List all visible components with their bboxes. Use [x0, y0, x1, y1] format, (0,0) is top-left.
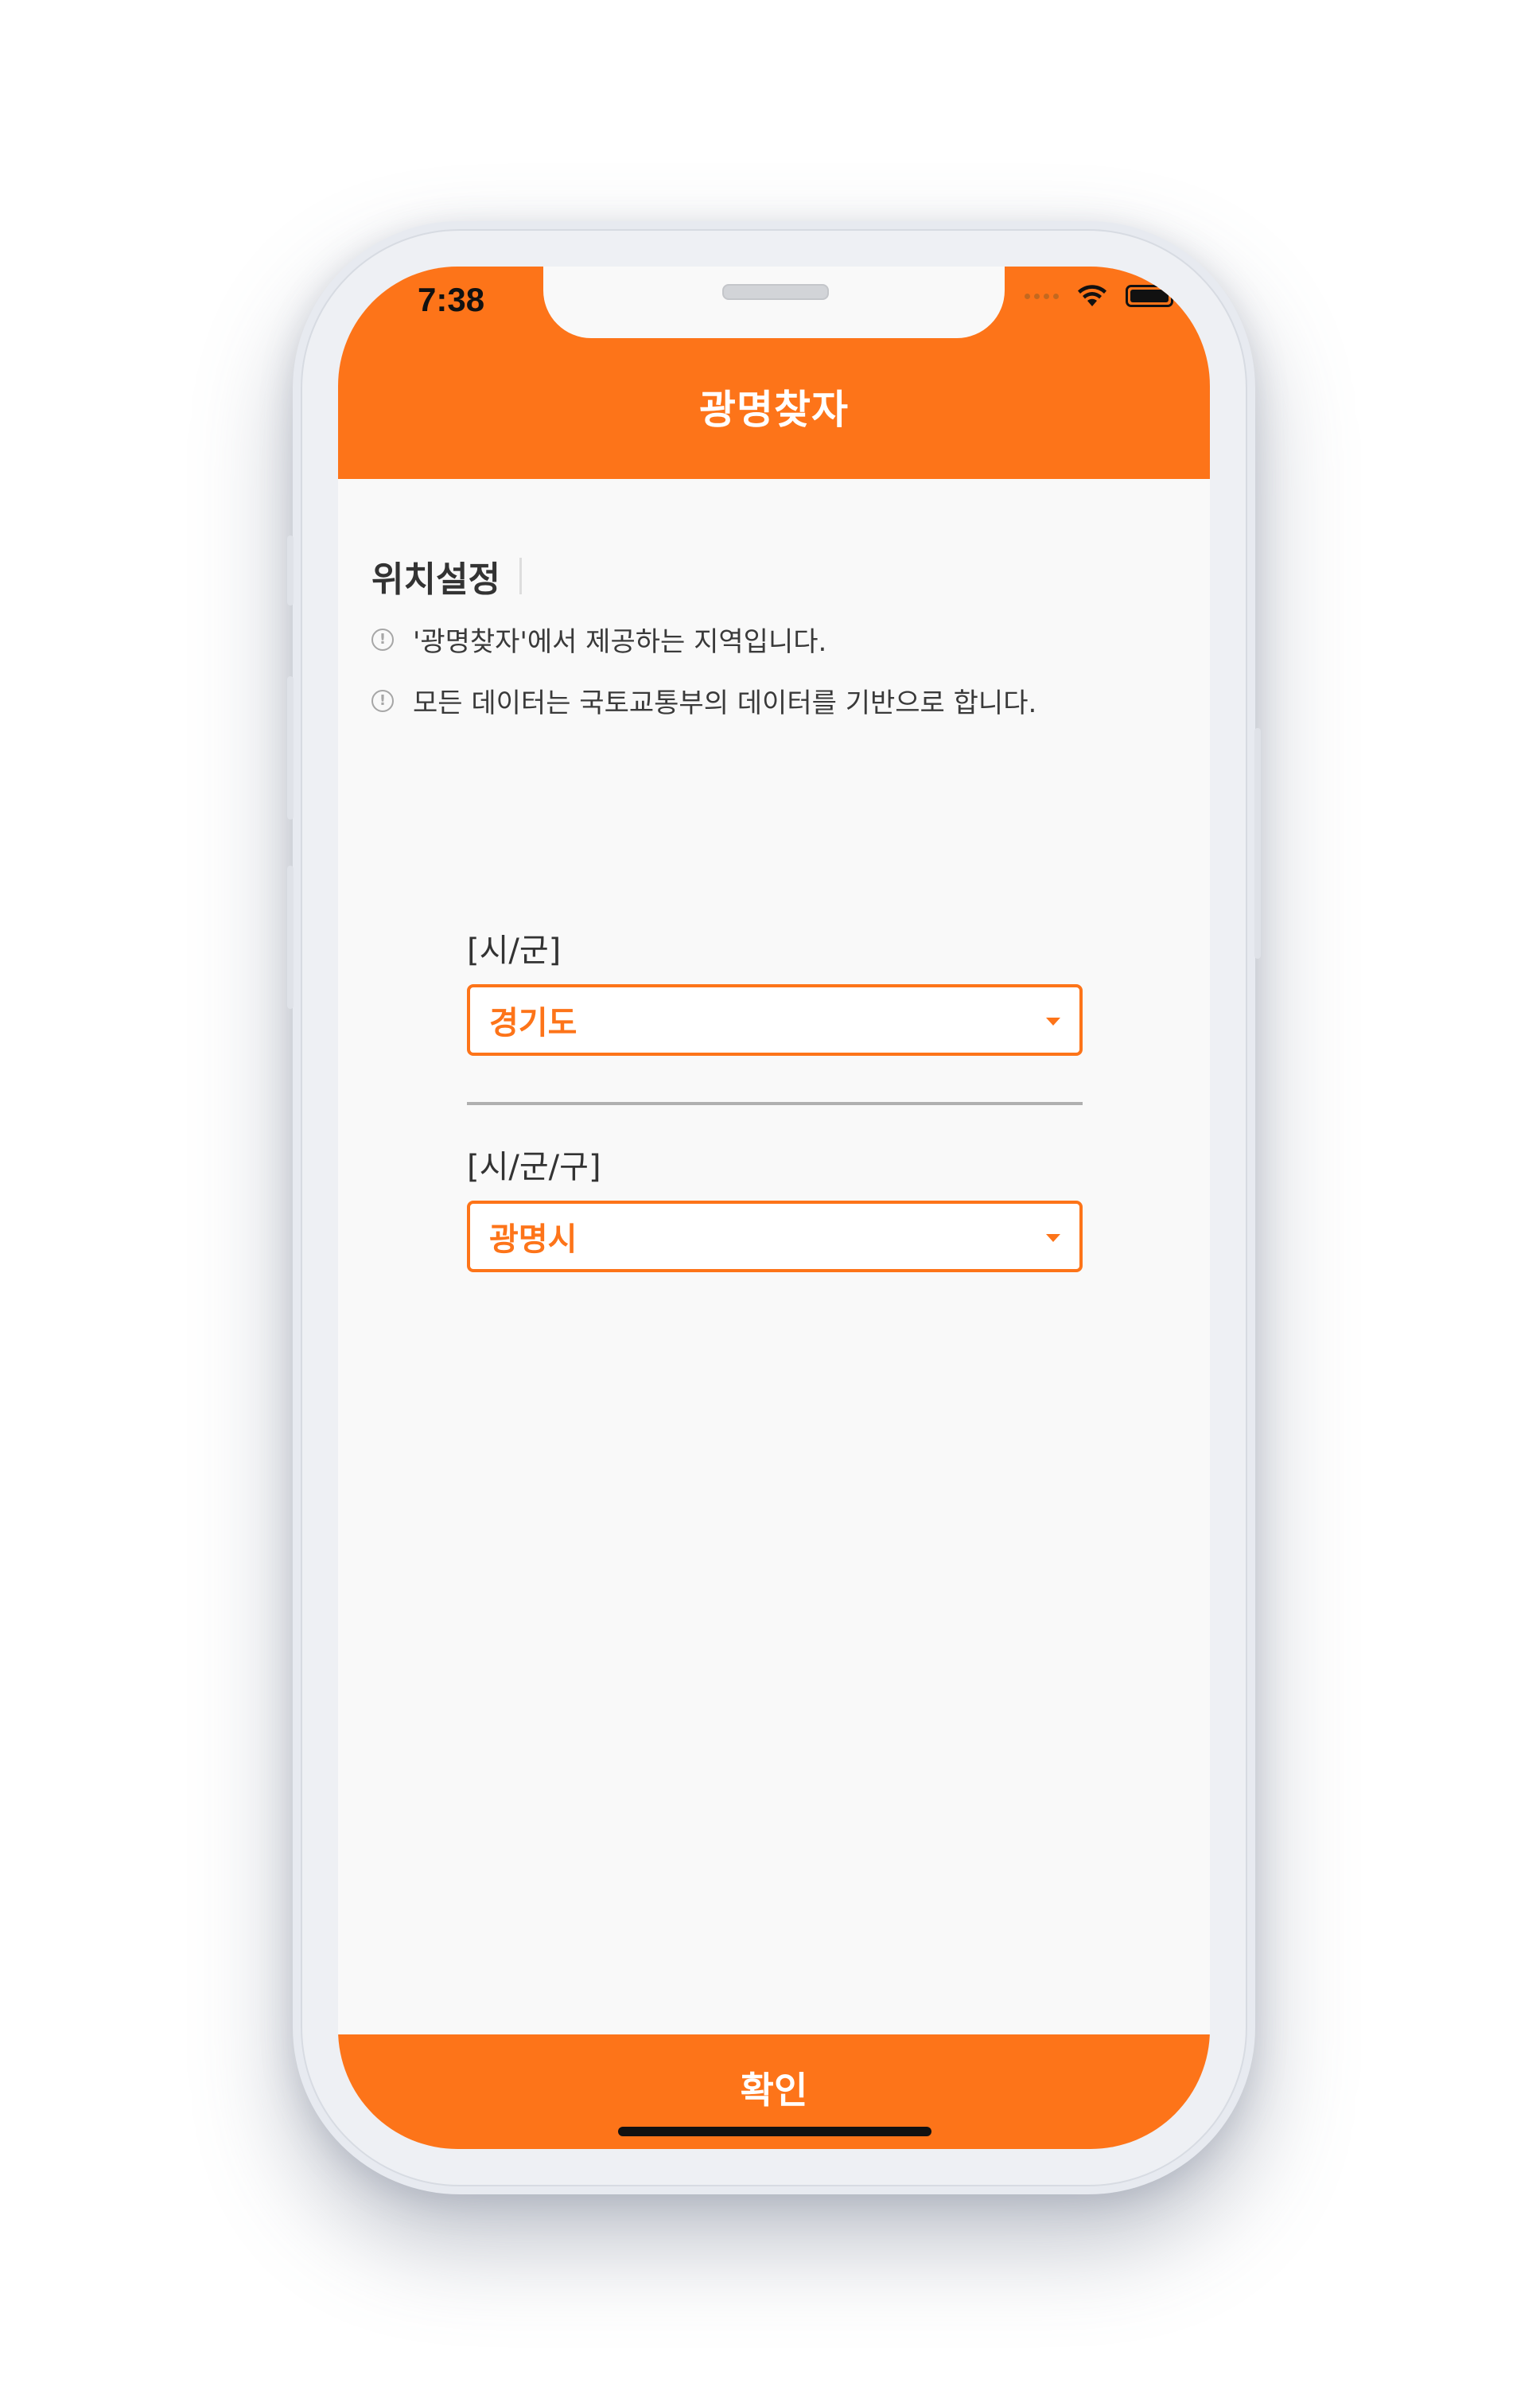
- province-label: [시/군]: [467, 932, 562, 969]
- app-title: 광명찾자: [699, 387, 849, 433]
- volume-up-button: [287, 676, 294, 820]
- caret-down-icon: [1046, 1234, 1060, 1242]
- info-row: ! '광명찾자'에서 제공하는 지역입니다.: [371, 620, 826, 659]
- caret-down-icon: [1046, 1018, 1060, 1026]
- info-icon: !: [371, 689, 394, 712]
- power-button: [1254, 728, 1261, 959]
- status-time: 7:38: [418, 281, 485, 318]
- status-icons: [1025, 284, 1177, 308]
- field-separator: [467, 1102, 1083, 1105]
- info-row: ! 모든 데이터는 국토교통부의 데이터를 기반으로 합니다.: [371, 681, 1036, 720]
- city-select-value: 광명시: [489, 1221, 578, 1258]
- mute-switch: [287, 535, 294, 605]
- app-header: 7:38 광명찾자: [338, 267, 1210, 479]
- info-icon: !: [371, 628, 394, 651]
- notch: [543, 267, 1005, 338]
- title-divider: [519, 558, 522, 594]
- home-indicator: [618, 2127, 931, 2136]
- confirm-button[interactable]: 확인: [338, 2034, 1210, 2149]
- city-label: [시/군/구]: [467, 1149, 601, 1185]
- city-select[interactable]: 광명시: [467, 1201, 1083, 1272]
- volume-down-button: [287, 866, 294, 1009]
- battery-icon: [1126, 285, 1177, 307]
- province-select-value: 경기도: [489, 1005, 578, 1041]
- app-screen: 7:38 광명찾자 위치설정 ! '광명찾자'에서 제공하는 지역입니다. ! …: [338, 267, 1210, 2149]
- signal-dots-icon: [1025, 293, 1059, 299]
- section-header: 위치설정: [371, 551, 522, 602]
- wifi-icon: [1078, 285, 1106, 306]
- info-text: 모든 데이터는 국토교통부의 데이터를 기반으로 합니다.: [413, 687, 1037, 719]
- speaker-grille: [722, 284, 829, 300]
- mockup-canvas: 7:38 광명찾자 위치설정 ! '광명찾자'에서 제공하는 지역입니다. ! …: [0, 0, 1540, 2406]
- info-text: '광명찾자'에서 제공하는 지역입니다.: [413, 626, 827, 658]
- confirm-label: 확인: [740, 2069, 808, 2112]
- section-title: 위치설정: [371, 559, 500, 600]
- province-select[interactable]: 경기도: [467, 984, 1083, 1056]
